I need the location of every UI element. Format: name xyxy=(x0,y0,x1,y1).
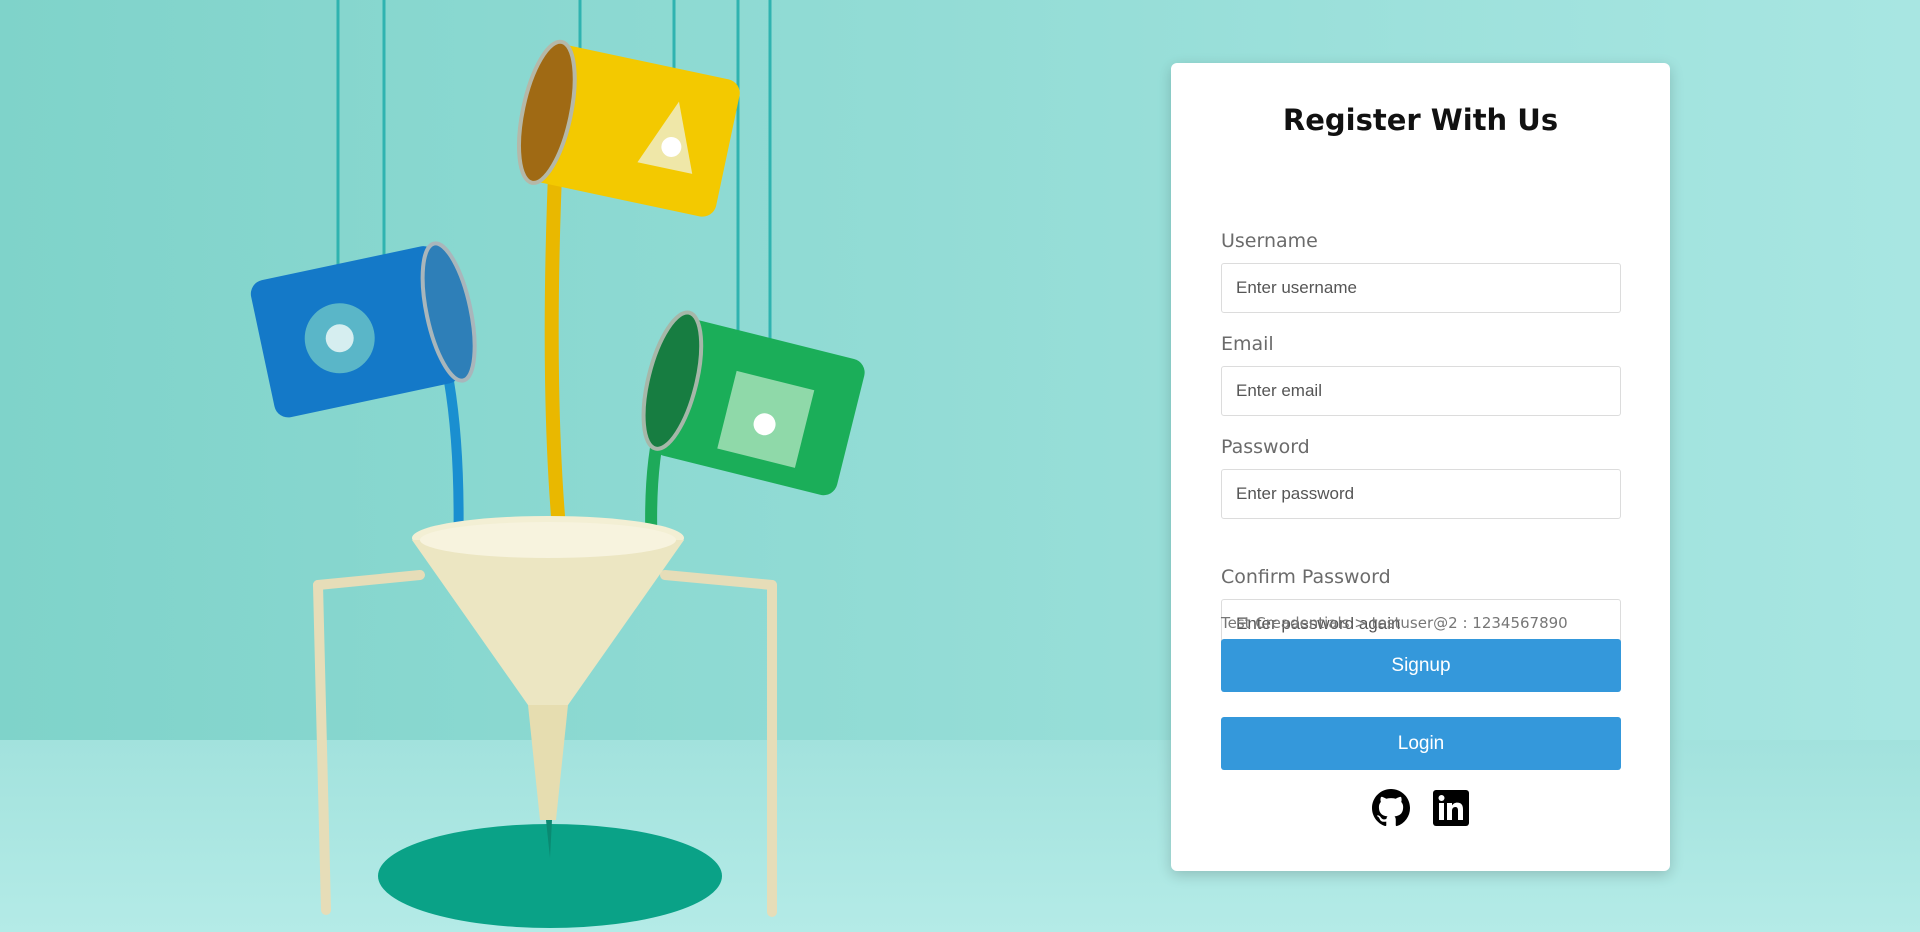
social-links xyxy=(1171,789,1670,827)
password-input[interactable] xyxy=(1221,469,1621,519)
email-input[interactable] xyxy=(1221,366,1621,416)
form-title: Register With Us xyxy=(1282,103,1559,137)
email-label: Email xyxy=(1221,333,1274,355)
signup-button[interactable]: Signup xyxy=(1221,639,1621,692)
login-button[interactable]: Login xyxy=(1221,717,1621,770)
linkedin-icon[interactable] xyxy=(1432,789,1470,827)
username-label: Username xyxy=(1221,230,1318,252)
confirm-password-label: Confirm Password xyxy=(1221,566,1391,588)
github-icon[interactable] xyxy=(1371,789,1410,827)
password-label: Password xyxy=(1221,436,1310,458)
username-input[interactable] xyxy=(1221,263,1621,313)
test-credentials-hint: Test Creadentials > testuser@2 : 1234567… xyxy=(1221,614,1568,632)
